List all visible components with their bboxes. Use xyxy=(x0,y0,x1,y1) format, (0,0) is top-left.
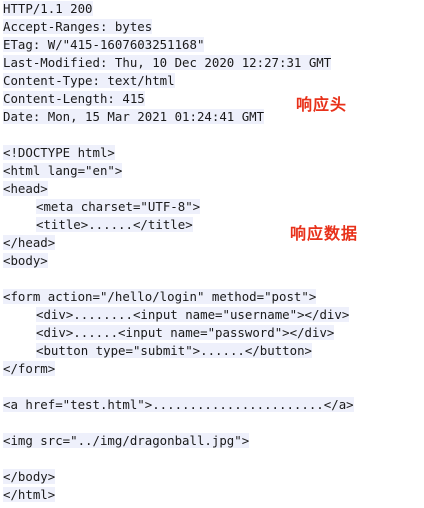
body-head-close-text: </head> xyxy=(3,235,56,250)
body-form-close: </form> xyxy=(3,360,354,378)
body-link-text: <a href="test.html">....................… xyxy=(3,397,354,412)
header-etag: ETag: W/"415-1607603251168" xyxy=(3,36,354,54)
body-form-close-text: </form> xyxy=(3,361,56,376)
status-line: HTTP/1.1 200 xyxy=(3,0,354,18)
body-image-text: <img src="../img/dragonball.jpg"> xyxy=(3,433,250,448)
body-input-username-text: <div>........<input name="username"></di… xyxy=(36,307,350,322)
response-headers-label: 响应头 xyxy=(296,95,348,114)
body-body-close: </body> xyxy=(3,468,354,486)
body-body-open: <body> xyxy=(3,252,354,270)
body-input-password-text: <div>......<input name="password"></div> xyxy=(36,325,335,340)
body-html-close: </html> xyxy=(3,486,354,504)
body-input-username: <div>........<input name="username"></di… xyxy=(3,306,354,324)
header-last-modified-text: Last-Modified: Thu, 10 Dec 2020 12:27:31… xyxy=(3,55,332,70)
body-head-open: <head> xyxy=(3,180,354,198)
header-date-text: Date: Mon, 15 Mar 2021 01:24:41 GMT xyxy=(3,109,265,124)
header-accept-ranges-text: Accept-Ranges: bytes xyxy=(3,19,153,34)
http-response-text: HTTP/1.1 200 Accept-Ranges: bytes ETag: … xyxy=(3,0,354,504)
body-form-open: <form action="/hello/login" method="post… xyxy=(3,288,354,306)
body-meta-text: <meta charset="UTF-8"> xyxy=(36,199,201,214)
body-meta: <meta charset="UTF-8"> xyxy=(3,198,354,216)
body-form-open-text: <form action="/hello/login" method="post… xyxy=(3,289,317,304)
body-body-close-text: </body> xyxy=(3,469,56,484)
body-body-open-text: <body> xyxy=(3,253,48,268)
body-title-text: <title>......</title> xyxy=(36,217,193,232)
header-last-modified: Last-Modified: Thu, 10 Dec 2020 12:27:31… xyxy=(3,54,354,72)
body-submit-button: <button type="submit">......</button> xyxy=(3,342,354,360)
body-html-open-text: <html lang="en"> xyxy=(3,163,123,178)
header-content-type: Content-Type: text/html xyxy=(3,72,354,90)
body-input-password: <div>......<input name="password"></div> xyxy=(3,324,354,342)
body-submit-button-text: <button type="submit">......</button> xyxy=(36,343,313,358)
header-content-type-text: Content-Type: text/html xyxy=(3,73,175,88)
body-head-open-text: <head> xyxy=(3,181,48,196)
status-line-text: HTTP/1.1 200 xyxy=(3,1,93,16)
body-doctype: <!DOCTYPE html> xyxy=(3,144,354,162)
body-doctype-text: <!DOCTYPE html> xyxy=(3,145,115,160)
header-accept-ranges: Accept-Ranges: bytes xyxy=(3,18,354,36)
body-link: <a href="test.html">....................… xyxy=(3,396,354,414)
header-content-length-text: Content-Length: 415 xyxy=(3,91,145,106)
response-body-label: 响应数据 xyxy=(290,224,359,243)
body-image: <img src="../img/dragonball.jpg"> xyxy=(3,432,354,450)
header-etag-text: ETag: W/"415-1607603251168" xyxy=(3,37,205,52)
body-html-close-text: </html> xyxy=(3,487,56,502)
body-html-open: <html lang="en"> xyxy=(3,162,354,180)
